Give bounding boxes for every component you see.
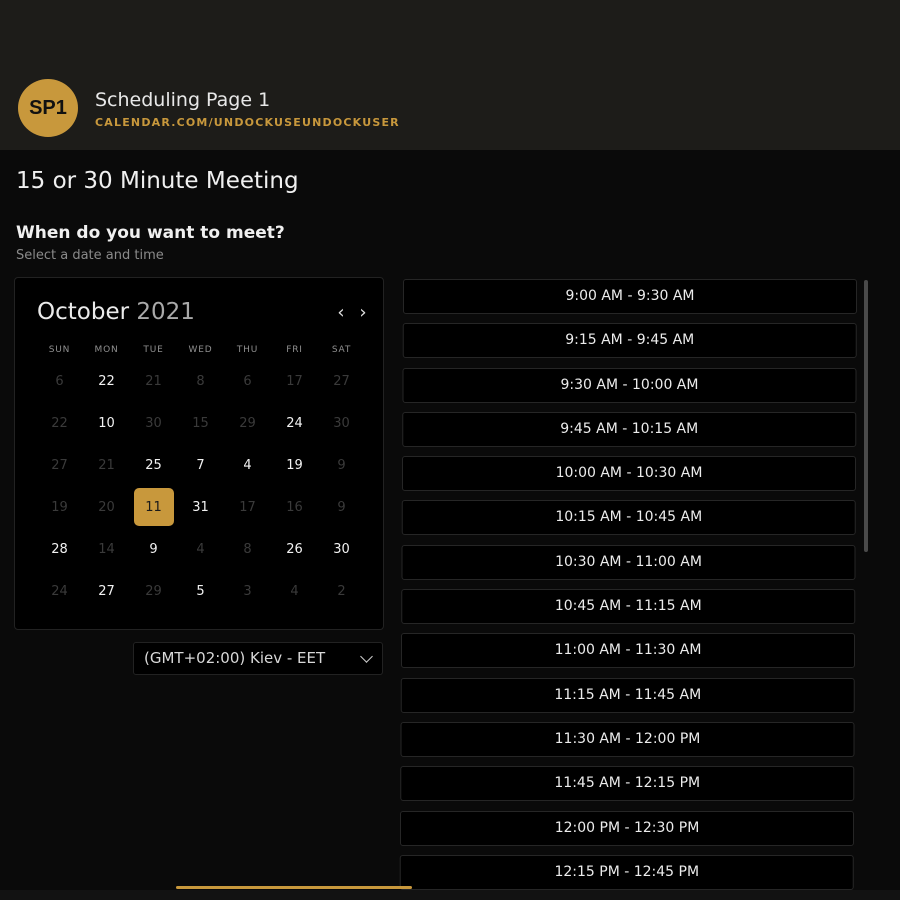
calendar-day: 8	[243, 541, 252, 557]
header-bar: SP1 Scheduling Page 1 CALENDAR.COM/UNDOC…	[0, 0, 900, 150]
calendar-day: 6	[55, 373, 64, 389]
calendar: October 2021 ‹ › SUN MON TUE WED THU FRI SAT 6…	[14, 277, 384, 630]
calendar-day[interactable]: 31	[181, 488, 221, 526]
time-slot-button[interactable]: 11:45 AM - 12:15 PM	[400, 766, 855, 802]
calendar-day[interactable]: 26	[275, 530, 315, 568]
calendar-day[interactable]: 9	[134, 530, 174, 568]
calendar-day: 27	[51, 457, 68, 473]
calendar-day: 14	[98, 541, 115, 557]
calendar-day[interactable]: 4	[228, 446, 268, 484]
time-slot-button[interactable]: 9:15 AM - 9:45 AM	[402, 323, 857, 359]
calendar-day[interactable]: 24	[275, 404, 315, 442]
time-slot-button[interactable]: 10:15 AM - 10:45 AM	[401, 500, 856, 536]
calendar-day[interactable]: 30	[322, 530, 362, 568]
calendar-day: 4	[290, 583, 299, 599]
calendar-day: 15	[192, 415, 209, 431]
calendar-day: 29	[145, 583, 162, 599]
calendar-day: 29	[239, 415, 256, 431]
weekday-thu: THU	[236, 345, 259, 355]
page-title: Scheduling Page 1	[95, 89, 271, 111]
month-label: October	[37, 299, 130, 325]
page-url: CALENDAR.COM/UNDOCKUSEUNDOCKUSER	[95, 116, 400, 129]
calendar-day: 9	[337, 457, 346, 473]
time-slot-button[interactable]: 9:00 AM - 9:30 AM	[403, 279, 857, 314]
calendar-day: 22	[51, 415, 68, 431]
time-slot-button[interactable]: 10:45 AM - 11:15 AM	[401, 589, 856, 625]
chevron-right-icon[interactable]: ›	[353, 302, 373, 324]
calendar-day: 6	[243, 373, 252, 389]
horizontal-scroll-indicator[interactable]	[176, 886, 412, 889]
chevron-left-icon[interactable]: ‹	[331, 302, 351, 324]
weekday-sat: SAT	[331, 345, 352, 355]
calendar-day[interactable]: 28	[40, 530, 80, 568]
calendar-day: 20	[98, 499, 115, 515]
year-label: 2021	[136, 299, 195, 325]
calendar-day[interactable]: 19	[275, 446, 315, 484]
time-slot-button[interactable]: 9:30 AM - 10:00 AM	[402, 367, 857, 403]
page-footer-strip	[0, 890, 900, 900]
calendar-week: 22 10 30 15 29 24 30	[36, 402, 365, 444]
weekday-tue: TUE	[143, 345, 164, 355]
timezone-select[interactable]: (GMT+02:00) Kiev - EET	[133, 642, 383, 675]
calendar-day: 3	[243, 583, 252, 599]
time-slot-list: 9:00 AM - 9:30 AM 9:15 AM - 9:45 AM 9:30 A…	[399, 279, 857, 899]
calendar-week: 6 22 21 8 6 17 27	[36, 360, 365, 402]
calendar-week: 24 27 29 5 3 4 2	[36, 570, 365, 612]
when-subtitle: Select a date and time	[16, 248, 164, 263]
weekday-sun: SUN	[48, 345, 71, 355]
weekday-fri: FRI	[286, 345, 303, 355]
time-slot-button[interactable]: 9:45 AM - 10:15 AM	[402, 411, 857, 447]
avatar: SP1	[18, 79, 78, 137]
calendar-day[interactable]: 10	[87, 404, 127, 442]
weekday-wed: WED	[188, 345, 213, 355]
time-slot-button[interactable]: 10:30 AM - 11:00 AM	[401, 544, 856, 580]
day-grid: 6 22 21 8 6 17 27 22 10 30 15 29 24 30 27 21 25 7 4 19 9 19 20…	[36, 360, 365, 612]
calendar-day: 4	[196, 541, 205, 557]
calendar-day[interactable]: 25	[134, 446, 174, 484]
calendar-day[interactable]: 27	[87, 572, 127, 610]
chevron-down-icon	[360, 650, 373, 663]
calendar-day[interactable]: 7	[181, 446, 221, 484]
calendar-day: 16	[286, 499, 303, 515]
calendar-day: 8	[196, 373, 205, 389]
time-slot-button[interactable]: 11:30 AM - 12:00 PM	[400, 721, 855, 757]
calendar-day: 19	[51, 499, 68, 515]
calendar-day: 21	[98, 457, 115, 473]
calendar-day[interactable]: 22	[87, 362, 127, 400]
timezone-value: (GMT+02:00) Kiev - EET	[144, 649, 326, 667]
time-slot-button[interactable]: 11:15 AM - 11:45 AM	[400, 677, 855, 713]
calendar-day: 17	[239, 499, 256, 515]
calendar-day: 24	[51, 583, 68, 599]
when-question: When do you want to meet?	[16, 223, 285, 243]
calendar-day: 27	[333, 373, 350, 389]
calendar-day[interactable]: 5	[181, 572, 221, 610]
calendar-week: 28 14 9 4 8 26 30	[36, 528, 365, 570]
weekday-mon: MON	[94, 345, 119, 355]
calendar-day: 9	[337, 499, 346, 515]
calendar-week: 27 21 25 7 4 19 9	[36, 444, 365, 486]
calendar-day-selected[interactable]: 11	[133, 488, 174, 526]
time-slot-button[interactable]: 11:00 AM - 11:30 AM	[401, 633, 855, 669]
time-slot-button[interactable]: 12:00 PM - 12:30 PM	[400, 810, 854, 846]
meeting-title: 15 or 30 Minute Meeting	[16, 168, 299, 194]
calendar-day: 30	[145, 415, 162, 431]
time-slot-button[interactable]: 10:00 AM - 10:30 AM	[402, 456, 856, 492]
calendar-day: 2	[337, 583, 346, 599]
calendar-week: 19 20 11 31 17 16 9	[36, 486, 365, 528]
calendar-day: 21	[145, 373, 162, 389]
month-year-label: October 2021	[37, 299, 195, 325]
calendar-day: 30	[333, 415, 350, 431]
time-slot-button[interactable]: 12:15 PM - 12:45 PM	[399, 854, 854, 890]
weekday-header: SUN MON TUE WED THU FRI SAT	[36, 345, 365, 355]
slot-scrollbar[interactable]	[864, 280, 868, 552]
calendar-day: 17	[286, 373, 303, 389]
